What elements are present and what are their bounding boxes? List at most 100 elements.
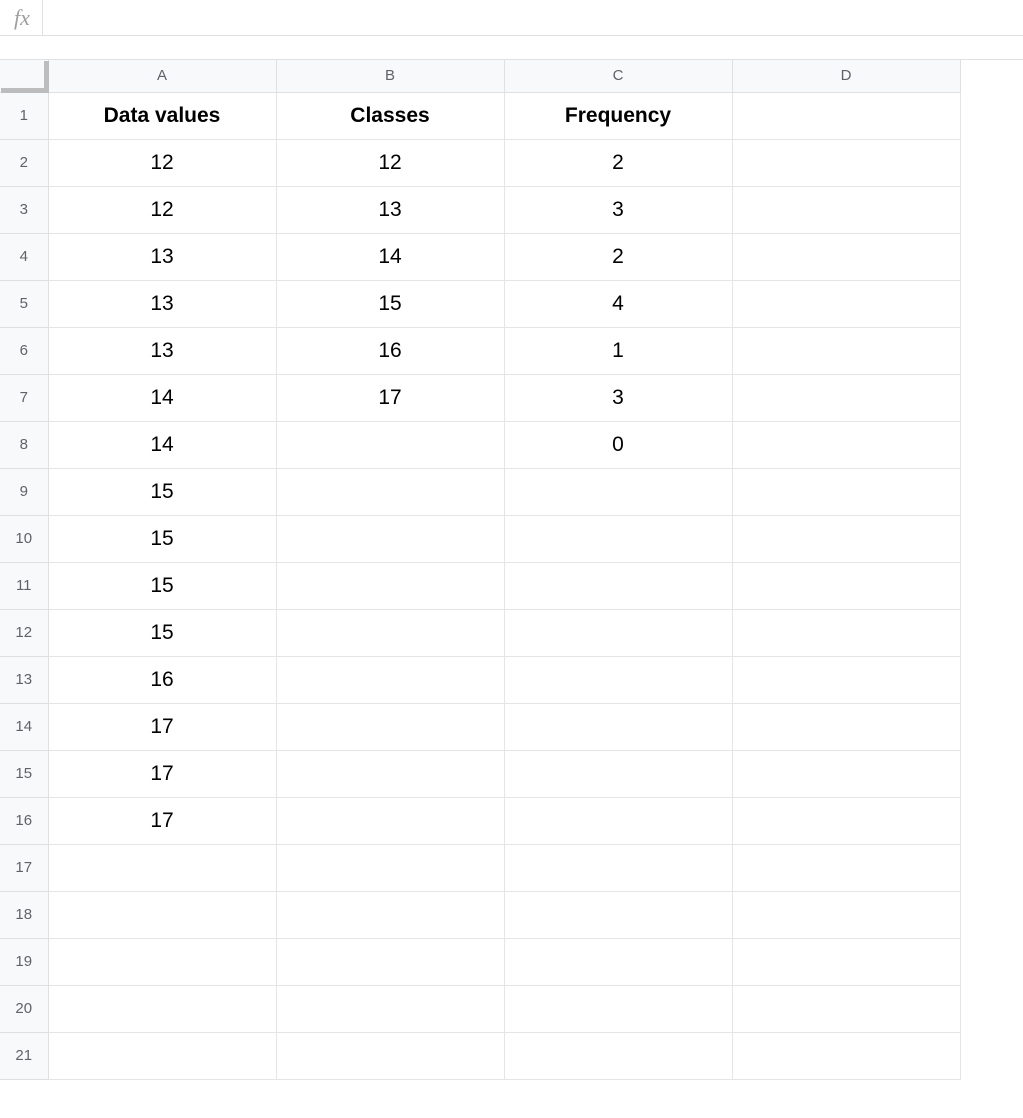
row-header-17[interactable]: 17 xyxy=(0,844,48,891)
cell-B15[interactable] xyxy=(276,750,504,797)
cell-C5[interactable]: 4 xyxy=(504,280,732,327)
cell-C10[interactable] xyxy=(504,515,732,562)
cell-D9[interactable] xyxy=(732,468,960,515)
cell-D19[interactable] xyxy=(732,938,960,985)
row-header-16[interactable]: 16 xyxy=(0,797,48,844)
cell-C3[interactable]: 3 xyxy=(504,186,732,233)
cell-B8[interactable] xyxy=(276,421,504,468)
cell-B4[interactable]: 14 xyxy=(276,233,504,280)
cell-D14[interactable] xyxy=(732,703,960,750)
cell-B17[interactable] xyxy=(276,844,504,891)
cell-C21[interactable] xyxy=(504,1032,732,1079)
cell-B3[interactable]: 13 xyxy=(276,186,504,233)
column-header-B[interactable]: B xyxy=(276,60,504,92)
cell-D8[interactable] xyxy=(732,421,960,468)
cell-D10[interactable] xyxy=(732,515,960,562)
row-header-15[interactable]: 15 xyxy=(0,750,48,797)
cell-B12[interactable] xyxy=(276,609,504,656)
cell-D5[interactable] xyxy=(732,280,960,327)
cell-A8[interactable]: 14 xyxy=(48,421,276,468)
cell-B20[interactable] xyxy=(276,985,504,1032)
row-header-4[interactable]: 4 xyxy=(0,233,48,280)
cell-A17[interactable] xyxy=(48,844,276,891)
row-header-10[interactable]: 10 xyxy=(0,515,48,562)
column-header-A[interactable]: A xyxy=(48,60,276,92)
cell-D7[interactable] xyxy=(732,374,960,421)
row-header-14[interactable]: 14 xyxy=(0,703,48,750)
select-all-corner[interactable] xyxy=(0,60,48,92)
cell-A2[interactable]: 12 xyxy=(48,139,276,186)
row-header-18[interactable]: 18 xyxy=(0,891,48,938)
cell-B18[interactable] xyxy=(276,891,504,938)
cell-B9[interactable] xyxy=(276,468,504,515)
cell-C6[interactable]: 1 xyxy=(504,327,732,374)
cell-B19[interactable] xyxy=(276,938,504,985)
cell-C14[interactable] xyxy=(504,703,732,750)
row-header-8[interactable]: 8 xyxy=(0,421,48,468)
cell-A12[interactable]: 15 xyxy=(48,609,276,656)
cell-C4[interactable]: 2 xyxy=(504,233,732,280)
cell-A21[interactable] xyxy=(48,1032,276,1079)
row-header-9[interactable]: 9 xyxy=(0,468,48,515)
cell-B6[interactable]: 16 xyxy=(276,327,504,374)
cell-A10[interactable]: 15 xyxy=(48,515,276,562)
cell-C17[interactable] xyxy=(504,844,732,891)
cell-D6[interactable] xyxy=(732,327,960,374)
row-header-21[interactable]: 21 xyxy=(0,1032,48,1079)
cell-A13[interactable]: 16 xyxy=(48,656,276,703)
row-header-3[interactable]: 3 xyxy=(0,186,48,233)
cell-A4[interactable]: 13 xyxy=(48,233,276,280)
row-header-12[interactable]: 12 xyxy=(0,609,48,656)
cell-C20[interactable] xyxy=(504,985,732,1032)
cell-C13[interactable] xyxy=(504,656,732,703)
cell-A11[interactable]: 15 xyxy=(48,562,276,609)
cell-B11[interactable] xyxy=(276,562,504,609)
cell-B16[interactable] xyxy=(276,797,504,844)
formula-input[interactable] xyxy=(43,0,1013,35)
row-header-1[interactable]: 1 xyxy=(0,92,48,139)
cell-C8[interactable]: 0 xyxy=(504,421,732,468)
cell-B1[interactable]: Classes xyxy=(276,92,504,139)
cell-B5[interactable]: 15 xyxy=(276,280,504,327)
cell-C9[interactable] xyxy=(504,468,732,515)
cell-D21[interactable] xyxy=(732,1032,960,1079)
cell-B13[interactable] xyxy=(276,656,504,703)
cell-A19[interactable] xyxy=(48,938,276,985)
cell-C16[interactable] xyxy=(504,797,732,844)
cell-A1[interactable]: Data values xyxy=(48,92,276,139)
cell-D4[interactable] xyxy=(732,233,960,280)
cell-D16[interactable] xyxy=(732,797,960,844)
cell-A14[interactable]: 17 xyxy=(48,703,276,750)
cell-D13[interactable] xyxy=(732,656,960,703)
cell-B2[interactable]: 12 xyxy=(276,139,504,186)
cell-C19[interactable] xyxy=(504,938,732,985)
cell-B7[interactable]: 17 xyxy=(276,374,504,421)
cell-C7[interactable]: 3 xyxy=(504,374,732,421)
cell-C18[interactable] xyxy=(504,891,732,938)
row-header-6[interactable]: 6 xyxy=(0,327,48,374)
row-header-11[interactable]: 11 xyxy=(0,562,48,609)
row-header-2[interactable]: 2 xyxy=(0,139,48,186)
cell-A16[interactable]: 17 xyxy=(48,797,276,844)
row-header-19[interactable]: 19 xyxy=(0,938,48,985)
cell-B10[interactable] xyxy=(276,515,504,562)
cell-D15[interactable] xyxy=(732,750,960,797)
cell-A18[interactable] xyxy=(48,891,276,938)
cell-C1[interactable]: Frequency xyxy=(504,92,732,139)
cell-C11[interactable] xyxy=(504,562,732,609)
cell-A3[interactable]: 12 xyxy=(48,186,276,233)
cell-D11[interactable] xyxy=(732,562,960,609)
row-header-13[interactable]: 13 xyxy=(0,656,48,703)
cell-A6[interactable]: 13 xyxy=(48,327,276,374)
cell-D17[interactable] xyxy=(732,844,960,891)
row-header-5[interactable]: 5 xyxy=(0,280,48,327)
cell-D12[interactable] xyxy=(732,609,960,656)
cell-A20[interactable] xyxy=(48,985,276,1032)
cell-B21[interactable] xyxy=(276,1032,504,1079)
cell-A7[interactable]: 14 xyxy=(48,374,276,421)
cell-D18[interactable] xyxy=(732,891,960,938)
column-header-C[interactable]: C xyxy=(504,60,732,92)
cell-C2[interactable]: 2 xyxy=(504,139,732,186)
column-header-D[interactable]: D xyxy=(732,60,960,92)
cell-B14[interactable] xyxy=(276,703,504,750)
